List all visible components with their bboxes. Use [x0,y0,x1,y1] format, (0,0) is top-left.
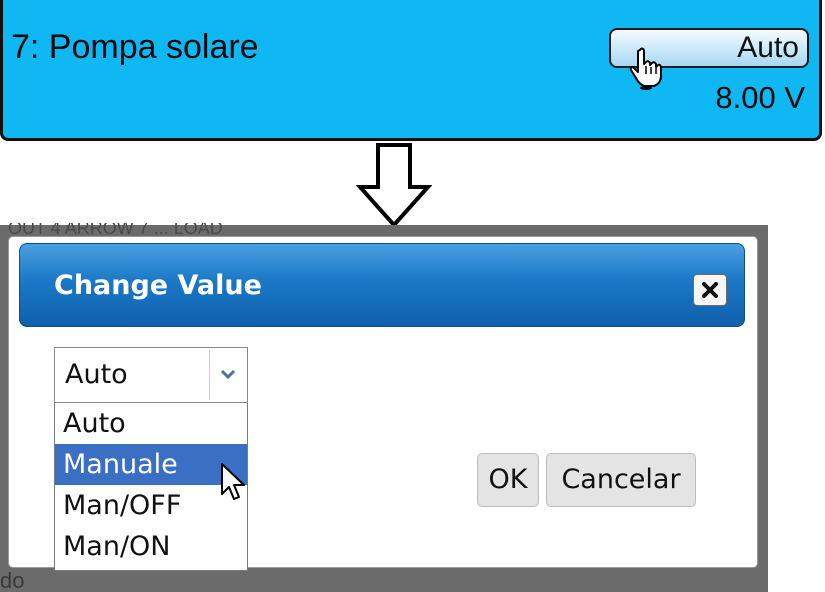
panel-title: 7: Pompa solare [11,28,259,66]
close-icon [702,282,718,298]
select-options-list: Auto Manuale Man/OFF Man/ON [54,403,248,571]
select-value: Auto [65,359,128,390]
hand-pointer-cursor-icon [629,47,662,90]
option-man-on[interactable]: Man/ON [55,526,247,567]
mode-select[interactable]: Auto [54,347,248,403]
background-text-top: OUT 4 ARROW 7 ... LOAD [8,223,223,237]
background-text-bottom: do [0,568,25,592]
change-value-dialog: Change Value Auto Auto Manuale Man/OFF M… [8,236,758,571]
dialog-header: Change Value [19,243,745,327]
voltage-readout: 8.00 V [715,80,805,115]
chevron-down-icon [220,369,236,380]
down-arrow-icon [356,143,432,227]
ok-button[interactable]: OK [477,453,539,507]
option-manuale[interactable]: Manuale [55,444,247,485]
option-auto[interactable]: Auto [55,403,247,444]
option-man-off[interactable]: Man/OFF [55,485,247,526]
dialog-title: Change Value [54,270,262,301]
cancel-button[interactable]: Cancelar [546,453,696,507]
select-dropdown-button[interactable] [209,350,245,400]
close-button[interactable] [693,274,727,306]
arrow-pointer-cursor-icon [221,463,245,500]
output-panel: 7: Pompa solare 8.00 V [0,0,822,141]
